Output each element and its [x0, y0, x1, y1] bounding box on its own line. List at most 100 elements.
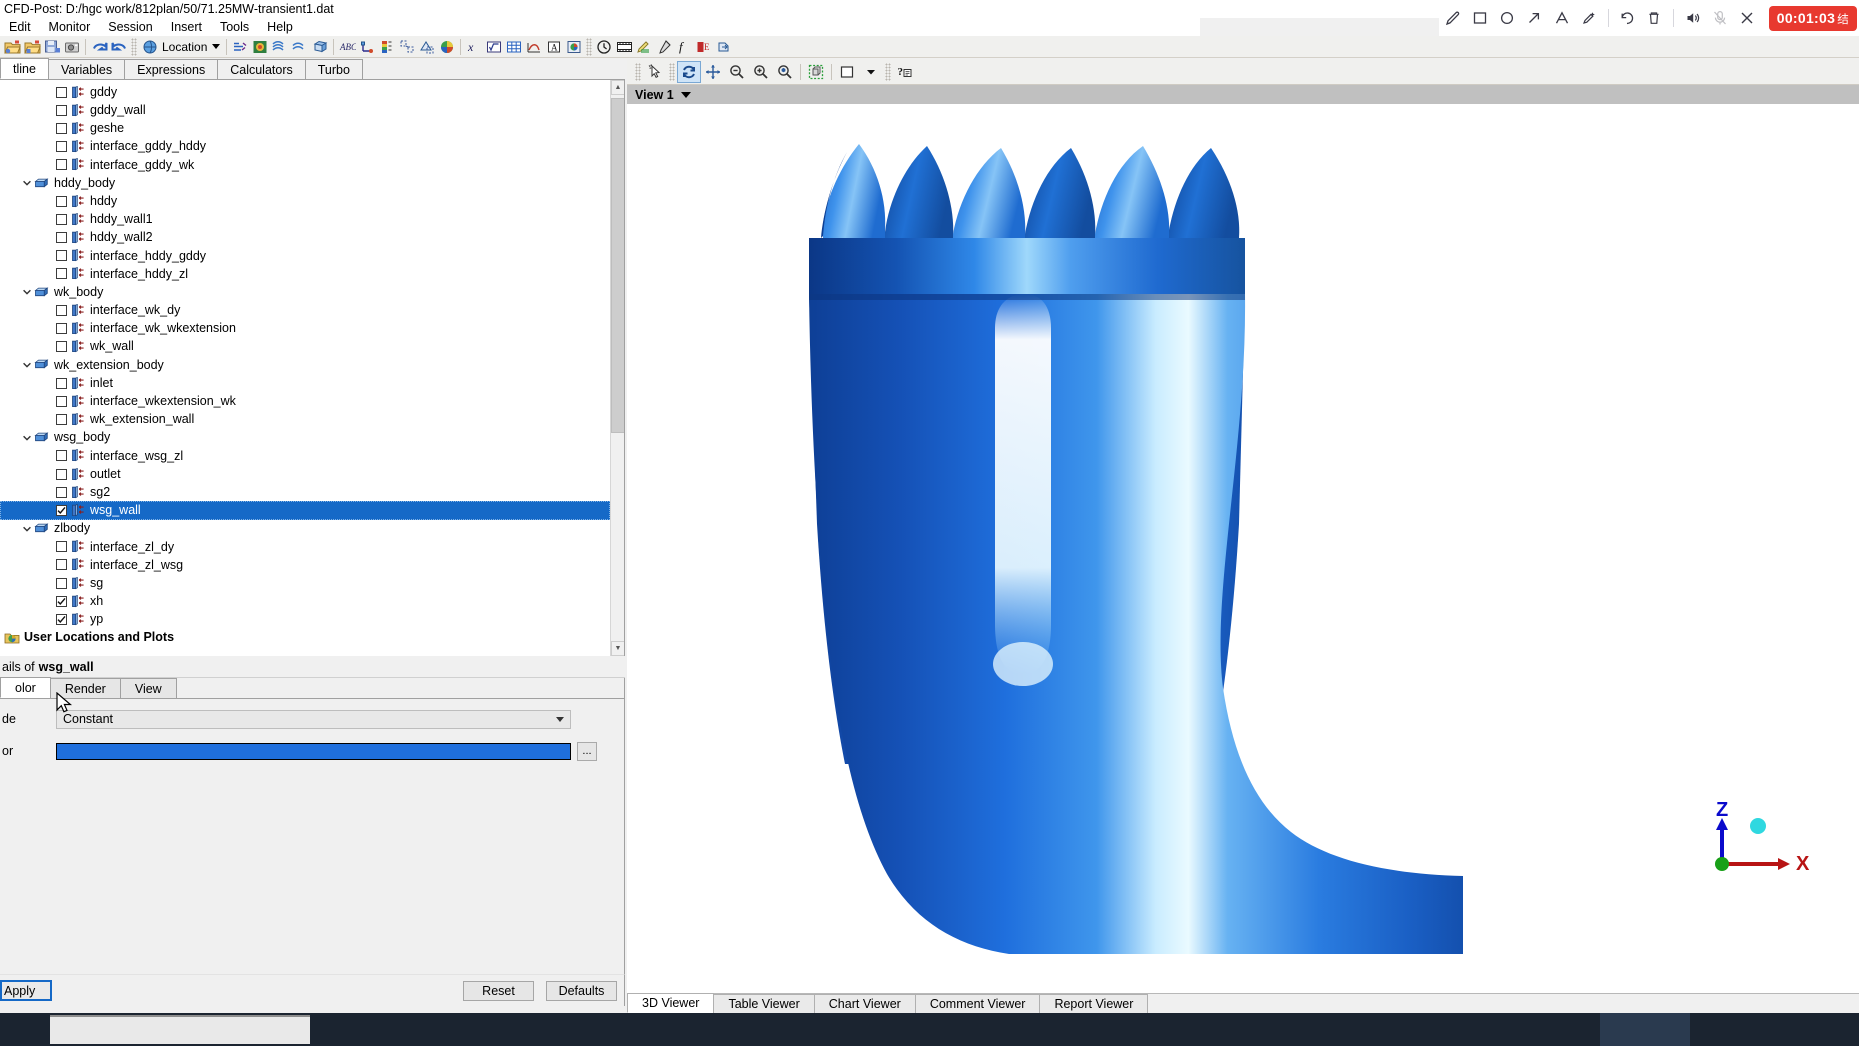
- menu-item-insert[interactable]: Insert: [162, 20, 211, 34]
- background-color-icon[interactable]: [835, 61, 859, 83]
- tree-item-outlet[interactable]: outlet: [0, 465, 610, 483]
- chevron-down-icon[interactable]: [859, 61, 883, 83]
- zoom-out-icon[interactable]: [725, 61, 749, 83]
- tab-render[interactable]: Render: [49, 678, 121, 698]
- tree-item-wk-wall[interactable]: wk_wall: [0, 338, 610, 356]
- macro-icon[interactable]: [634, 37, 654, 57]
- toolbar-grip-1[interactable]: [131, 37, 137, 56]
- defaults-button[interactable]: Defaults: [546, 981, 617, 1001]
- tree-item-interface-wk-dy[interactable]: interface_wk_dy: [0, 301, 610, 319]
- undo-icon[interactable]: [1614, 3, 1641, 33]
- chevron-down-icon[interactable]: [556, 716, 564, 722]
- redo-icon[interactable]: [109, 37, 129, 57]
- rectangle-icon[interactable]: [1466, 3, 1493, 33]
- chart-icon[interactable]: [524, 37, 544, 57]
- chevron-down-icon[interactable]: [20, 360, 34, 370]
- tab-table-viewer[interactable]: Table Viewer: [713, 994, 815, 1013]
- instancing-transform-icon[interactable]: [397, 37, 417, 57]
- view-selector-bar[interactable]: View 1: [627, 85, 1859, 104]
- speaker-icon[interactable]: [1679, 3, 1706, 33]
- tree-item-sg[interactable]: sg: [0, 574, 610, 592]
- tree-item-checkbox[interactable]: [56, 159, 67, 171]
- rotate-icon[interactable]: [677, 60, 701, 83]
- text-icon[interactable]: [1548, 3, 1575, 33]
- tree-item-wk-body[interactable]: wk_body: [0, 283, 610, 301]
- menu-item-help[interactable]: Help: [258, 20, 302, 34]
- tree-item-xh[interactable]: xh: [0, 592, 610, 610]
- tree-item-user-locations-and-plots[interactable]: User Locations and Plots: [0, 629, 610, 647]
- viewer-toolbar-grip-2[interactable]: [669, 62, 675, 81]
- menu-item-session[interactable]: Session: [99, 20, 161, 34]
- chevron-down-icon[interactable]: [20, 178, 34, 188]
- tree-item-interface-hddy-zl[interactable]: interface_hddy_zl: [0, 265, 610, 283]
- tree-item-hddy[interactable]: hddy: [0, 192, 610, 210]
- chevron-down-icon[interactable]: [20, 287, 34, 297]
- taskbar-tray[interactable]: [1600, 1013, 1690, 1046]
- tree-item-interface-zl-dy[interactable]: interface_zl_dy: [0, 538, 610, 556]
- tree-item-hddy-body[interactable]: hddy_body: [0, 174, 610, 192]
- chevron-down-icon[interactable]: [20, 524, 34, 534]
- scroll-up-arrow[interactable]: ▲: [611, 80, 624, 95]
- tree-item-checkbox[interactable]: [56, 504, 67, 516]
- location-dropdown[interactable]: Location: [139, 39, 223, 55]
- tab-color[interactable]: olor: [0, 677, 51, 698]
- menu-item-monitor[interactable]: Monitor: [40, 20, 100, 34]
- color-map-icon[interactable]: [437, 37, 457, 57]
- tree-item-wk-extension-wall[interactable]: wk_extension_wall: [0, 410, 610, 428]
- tree-item-yp[interactable]: yp: [0, 610, 610, 628]
- tree-item-checkbox[interactable]: [56, 304, 67, 316]
- clip-plane-icon[interactable]: [417, 37, 437, 57]
- legend-icon[interactable]: [377, 37, 397, 57]
- report-icon[interactable]: [564, 37, 584, 57]
- tree-item-checkbox[interactable]: [56, 468, 67, 480]
- scroll-thumb[interactable]: [611, 98, 624, 433]
- tree-item-checkbox[interactable]: [56, 614, 67, 626]
- tree-item-checkbox[interactable]: [56, 122, 67, 134]
- chevron-down-icon[interactable]: [680, 91, 691, 98]
- function-icon[interactable]: f: [674, 37, 694, 57]
- apply-button[interactable]: Apply: [0, 980, 52, 1001]
- pan-icon[interactable]: [701, 61, 725, 83]
- menu-item-edit[interactable]: Edit: [0, 20, 40, 34]
- arrow-icon[interactable]: [1521, 3, 1548, 33]
- color-picker-button[interactable]: ...: [577, 741, 597, 761]
- tree-item-checkbox[interactable]: [56, 377, 67, 389]
- tree-item-checkbox[interactable]: [56, 323, 67, 335]
- tab-calculators[interactable]: Calculators: [217, 59, 306, 79]
- volume-render-icon[interactable]: [310, 37, 330, 57]
- tree-item-geshe[interactable]: geshe: [0, 119, 610, 137]
- viewer-toolbar-grip-3[interactable]: [885, 62, 891, 81]
- chevron-down-icon[interactable]: [20, 433, 34, 443]
- menu-item-tools[interactable]: Tools: [211, 20, 258, 34]
- whats-this-icon[interactable]: ?: [893, 61, 917, 83]
- ellipse-icon[interactable]: [1494, 3, 1521, 33]
- zoom-in-icon[interactable]: [749, 61, 773, 83]
- variable-icon[interactable]: [484, 37, 504, 57]
- tree-item-hddy-wall1[interactable]: hddy_wall1: [0, 210, 610, 228]
- tab-report-viewer[interactable]: Report Viewer: [1039, 994, 1149, 1013]
- tree-item-checkbox[interactable]: [56, 541, 67, 553]
- tree-item-checkbox[interactable]: [56, 268, 67, 280]
- tree-item-checkbox[interactable]: [56, 86, 67, 98]
- recording-timer[interactable]: 00:01:03 结: [1768, 5, 1857, 31]
- taskbar-window-2[interactable]: [312, 1015, 572, 1044]
- reset-button[interactable]: Reset: [463, 981, 534, 1001]
- open-state-icon[interactable]: [22, 37, 42, 57]
- taskbar-window-1[interactable]: [50, 1015, 310, 1044]
- mode-select[interactable]: Constant: [56, 709, 571, 729]
- tab-chart-viewer[interactable]: Chart Viewer: [813, 994, 916, 1013]
- export-icon[interactable]: [714, 37, 734, 57]
- outline-tree[interactable]: gddy gddy_wall geshe interface_gddy_hddy…: [0, 80, 610, 656]
- delete-icon[interactable]: [1641, 3, 1668, 33]
- tree-item-wk-extension-body[interactable]: wk_extension_body: [0, 356, 610, 374]
- comment-icon[interactable]: A: [544, 37, 564, 57]
- microphone-muted-icon[interactable]: [1706, 3, 1733, 33]
- tree-item-checkbox[interactable]: [56, 195, 67, 207]
- close-icon[interactable]: [1733, 3, 1760, 33]
- screenshot-icon[interactable]: [62, 37, 82, 57]
- tree-scrollbar[interactable]: ▲ ▼: [610, 80, 624, 656]
- tree-item-checkbox[interactable]: [56, 141, 67, 153]
- tab-comment-viewer[interactable]: Comment Viewer: [914, 994, 1041, 1013]
- streamline-icon[interactable]: [270, 37, 290, 57]
- particle-track-icon[interactable]: [290, 37, 310, 57]
